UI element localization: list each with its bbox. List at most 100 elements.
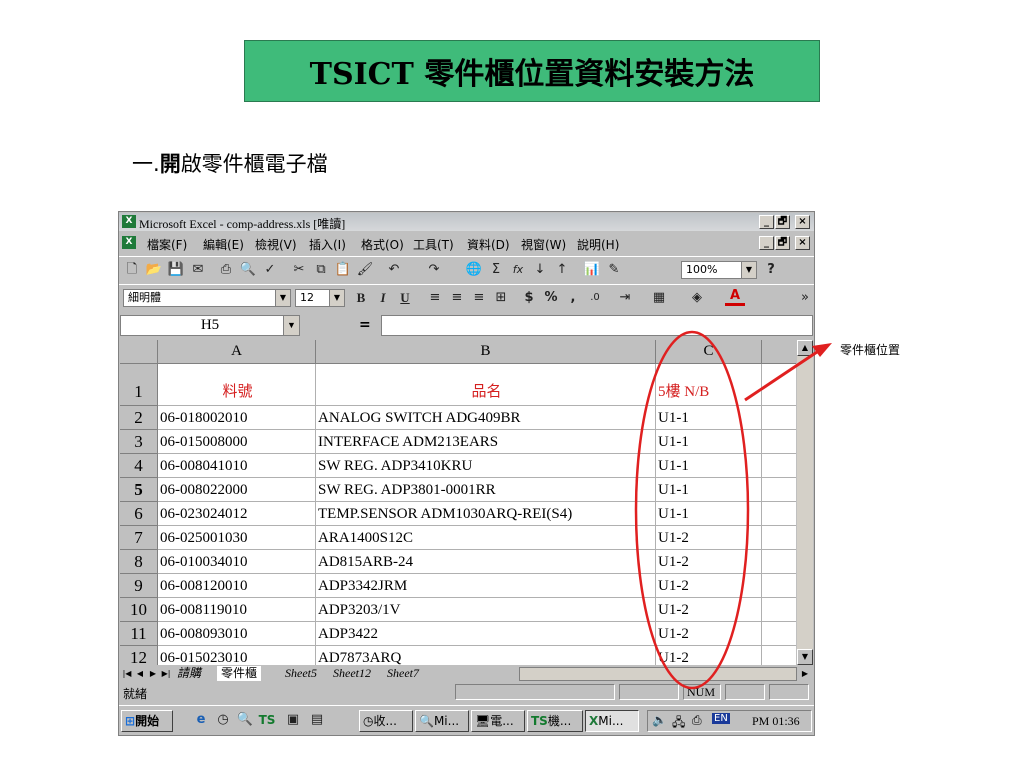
minimize-button[interactable]: _ xyxy=(759,215,774,229)
select-all-corner[interactable] xyxy=(120,340,158,364)
empty-cell[interactable] xyxy=(762,622,796,646)
task-explorer[interactable]: 🔍Mi... xyxy=(415,710,469,732)
empty-cell[interactable] xyxy=(762,454,796,478)
align-right-icon[interactable]: ≡ xyxy=(469,289,489,307)
cell-location[interactable]: U1-2 xyxy=(656,550,762,574)
empty-cell[interactable] xyxy=(762,550,796,574)
row-header[interactable]: 2 xyxy=(120,406,158,430)
font-color-button[interactable]: A xyxy=(725,289,745,306)
tab-sheet7[interactable]: Sheet7 xyxy=(387,666,419,681)
menu-format[interactable]: 格式(O) xyxy=(361,236,404,253)
tab-parts-cabinet[interactable]: 零件櫃 xyxy=(217,666,262,681)
cell-part-number[interactable]: 06-008119010 xyxy=(158,598,316,622)
help-icon[interactable]: ? xyxy=(761,261,781,279)
start-button[interactable]: ⊞開始 xyxy=(121,710,173,732)
redo-icon[interactable]: ↷ xyxy=(424,261,444,279)
menu-edit[interactable]: 編輯(E) xyxy=(203,236,244,253)
comma-button[interactable]: , xyxy=(563,289,583,307)
internet-explorer-icon[interactable]: e xyxy=(191,711,211,729)
doc-restore-button[interactable]: 🗗 xyxy=(775,236,790,250)
sort-descending-icon[interactable]: ↑ xyxy=(552,261,572,279)
chart-wizard-icon[interactable]: 📊 xyxy=(582,261,602,279)
currency-button[interactable]: $ xyxy=(519,289,539,307)
hyperlink-icon[interactable]: 🌐 xyxy=(464,261,484,279)
cell-location[interactable]: U1-1 xyxy=(656,430,762,454)
tab-sheet12[interactable]: Sheet12 xyxy=(333,666,371,681)
cell-location[interactable]: U1-2 xyxy=(656,622,762,646)
column-header-b[interactable]: B xyxy=(316,340,656,364)
cell-location[interactable]: U1-1 xyxy=(656,478,762,502)
cell-part-number[interactable]: 06-015008000 xyxy=(158,430,316,454)
cell-part-number[interactable]: 06-018002010 xyxy=(158,406,316,430)
equals-button[interactable]: = xyxy=(359,317,371,333)
underline-button[interactable]: U xyxy=(395,289,415,307)
row-header[interactable]: 1 xyxy=(120,364,158,406)
cell-part-name[interactable]: ADP3203/1V xyxy=(316,598,656,622)
toolbar-options-icon[interactable]: » xyxy=(795,289,814,307)
merge-center-icon[interactable]: ⊞ xyxy=(491,289,511,307)
empty-cell[interactable] xyxy=(762,502,796,526)
borders-icon[interactable]: ▦ xyxy=(649,289,669,307)
cell-part-name[interactable]: AD7873ARQ xyxy=(316,646,656,665)
copy-icon[interactable]: ⧉ xyxy=(311,261,331,279)
empty-cell[interactable] xyxy=(762,598,796,622)
column-header-d[interactable] xyxy=(762,340,796,364)
zoom-select[interactable]: 100% ▼ xyxy=(681,261,757,279)
window-title-bar[interactable]: X Microsoft Excel - comp-address.xls [唯讀… xyxy=(119,213,814,231)
row-header[interactable]: 9 xyxy=(120,574,158,598)
volume-icon[interactable]: 🔈 xyxy=(652,713,667,727)
prev-sheet-icon[interactable]: ◀ xyxy=(134,667,146,681)
row-header[interactable]: 3 xyxy=(120,430,158,454)
doc-minimize-button[interactable]: _ xyxy=(759,236,774,250)
cell-part-name[interactable]: INTERFACE ADM213EARS xyxy=(316,430,656,454)
empty-cell[interactable] xyxy=(762,430,796,454)
column-header-c[interactable]: C xyxy=(656,340,762,364)
empty-cell[interactable] xyxy=(762,364,796,406)
task-excel[interactable]: XMi... xyxy=(585,710,639,732)
chevron-down-icon[interactable]: ▼ xyxy=(329,290,344,306)
horizontal-scrollbar[interactable] xyxy=(519,667,797,681)
menu-tools[interactable]: 工具(T) xyxy=(413,236,454,253)
spelling-icon[interactable]: ✓ xyxy=(260,261,280,279)
scroll-down-icon[interactable]: ▼ xyxy=(797,649,813,665)
next-sheet-icon[interactable]: ▶ xyxy=(147,667,159,681)
undo-icon[interactable]: ↶ xyxy=(384,261,404,279)
cell-part-number[interactable]: 06-025001030 xyxy=(158,526,316,550)
scroll-up-icon[interactable]: ▲ xyxy=(797,340,813,356)
new-file-icon[interactable]: 🗋 xyxy=(122,261,142,279)
desktop-icon[interactable]: ▤ xyxy=(307,711,327,729)
workbook-icon[interactable]: X xyxy=(122,236,136,249)
restore-button[interactable]: 🗗 xyxy=(775,215,790,229)
task-outlook[interactable]: ◷收... xyxy=(359,710,413,732)
empty-cell[interactable] xyxy=(762,406,796,430)
close-button[interactable]: × xyxy=(795,215,810,229)
cell-part-name[interactable]: SW REG. ADP3410KRU xyxy=(316,454,656,478)
open-folder-icon[interactable]: 📂 xyxy=(144,261,164,279)
menu-file[interactable]: 檔案(F) xyxy=(147,236,187,253)
doc-close-button[interactable]: × xyxy=(795,236,810,250)
cell-part-name[interactable]: ADP3422 xyxy=(316,622,656,646)
network-icon[interactable]: 🖧 xyxy=(672,713,685,734)
chevron-down-icon[interactable]: ▼ xyxy=(275,290,290,306)
chevron-down-icon[interactable]: ▼ xyxy=(283,316,299,335)
row-header[interactable]: 8 xyxy=(120,550,158,574)
cell-part-number[interactable]: 06-008120010 xyxy=(158,574,316,598)
input-language-indicator[interactable]: EN xyxy=(712,713,730,724)
column-header-a[interactable]: A xyxy=(158,340,316,364)
row-header[interactable]: 7 xyxy=(120,526,158,550)
vertical-scrollbar[interactable]: ▲ ▼ xyxy=(797,340,813,665)
cell-location[interactable]: U1-1 xyxy=(656,502,762,526)
ts-app-icon[interactable]: TS xyxy=(257,711,277,729)
print-icon[interactable]: ⎙ xyxy=(216,261,236,279)
cell-part-name[interactable]: ANALOG SWITCH ADG409BR xyxy=(316,406,656,430)
formula-input[interactable] xyxy=(381,315,813,336)
cell-part-name[interactable]: ARA1400S12C xyxy=(316,526,656,550)
menu-window[interactable]: 視窗(W) xyxy=(521,236,566,253)
fill-color-icon[interactable]: ◈ xyxy=(687,289,707,307)
cell-location[interactable]: U1-2 xyxy=(656,526,762,550)
scroll-right-icon[interactable]: ▶ xyxy=(799,667,811,681)
menu-help[interactable]: 說明(H) xyxy=(577,236,619,253)
cell-part-number[interactable]: 06-015023010 xyxy=(158,646,316,665)
format-painter-icon[interactable]: 🖌 xyxy=(355,261,375,279)
empty-cell[interactable] xyxy=(762,574,796,598)
